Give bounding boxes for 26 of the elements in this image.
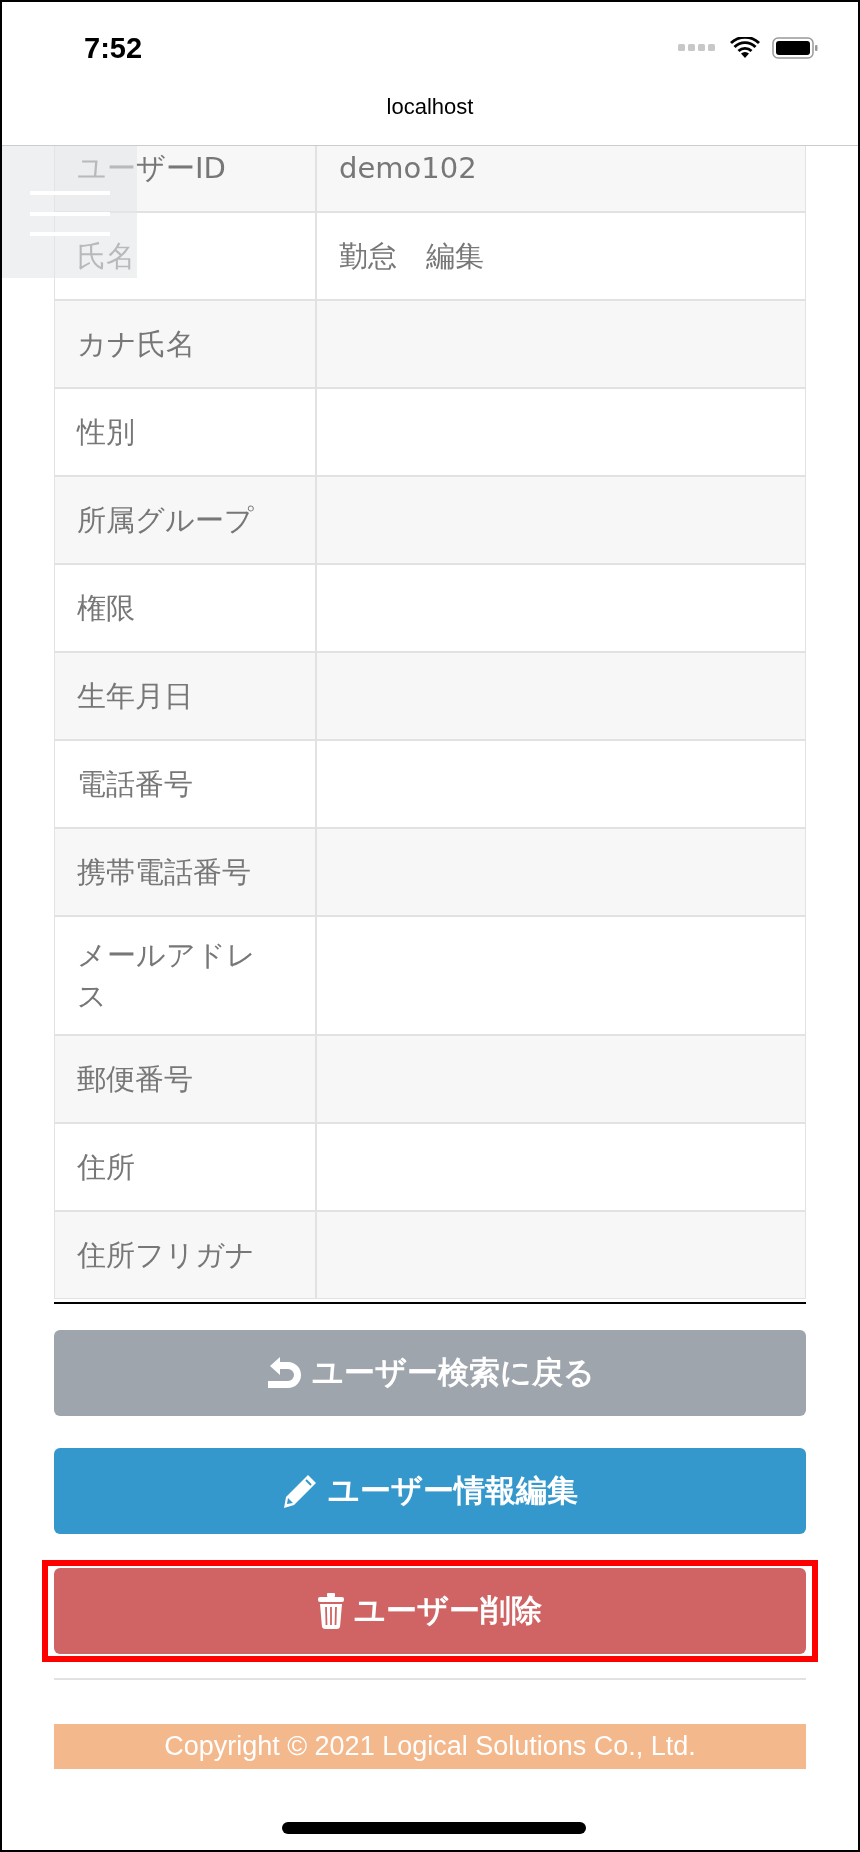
table-cell: demo102 — [316, 146, 806, 212]
menu-button[interactable] — [2, 146, 137, 278]
battery-icon — [772, 37, 818, 59]
pencil-icon — [282, 1473, 318, 1510]
table-cell: 住所 — [54, 1123, 316, 1212]
trash-icon — [318, 1593, 344, 1630]
copyright-footer: Copyright © 2021 Logical Solutions Co., Ltd. — [54, 1724, 806, 1770]
table-cell: カナ氏名 — [54, 300, 316, 388]
table-cell: 性別 — [54, 388, 316, 476]
status-time: 7:52 — [84, 31, 143, 65]
delete-button[interactable]: ユーザー削除 — [54, 1568, 806, 1655]
table-cell: 所属グループ — [54, 476, 316, 564]
table-cell: 電話番号 — [54, 740, 316, 828]
table-cell: 住所フリガナ — [54, 1211, 316, 1300]
table-cell: 権限 — [54, 564, 316, 652]
table-cell: 郵便番号 — [54, 1035, 316, 1124]
table-cell: メールアドレス — [54, 916, 316, 1036]
address-url[interactable]: localhost — [386, 94, 474, 120]
table-cell: 生年月日 — [54, 652, 316, 740]
return-icon — [265, 1357, 302, 1390]
table-cell: 勤怠 編集 — [316, 212, 806, 300]
edit-button[interactable]: ユーザー情報編集 — [54, 1448, 806, 1535]
signal-icon — [678, 44, 718, 52]
table-cell: 携帯電話番号 — [54, 828, 316, 916]
wifi-icon — [730, 37, 760, 59]
back-button[interactable]: ユーザー検索に戻る — [54, 1330, 806, 1417]
